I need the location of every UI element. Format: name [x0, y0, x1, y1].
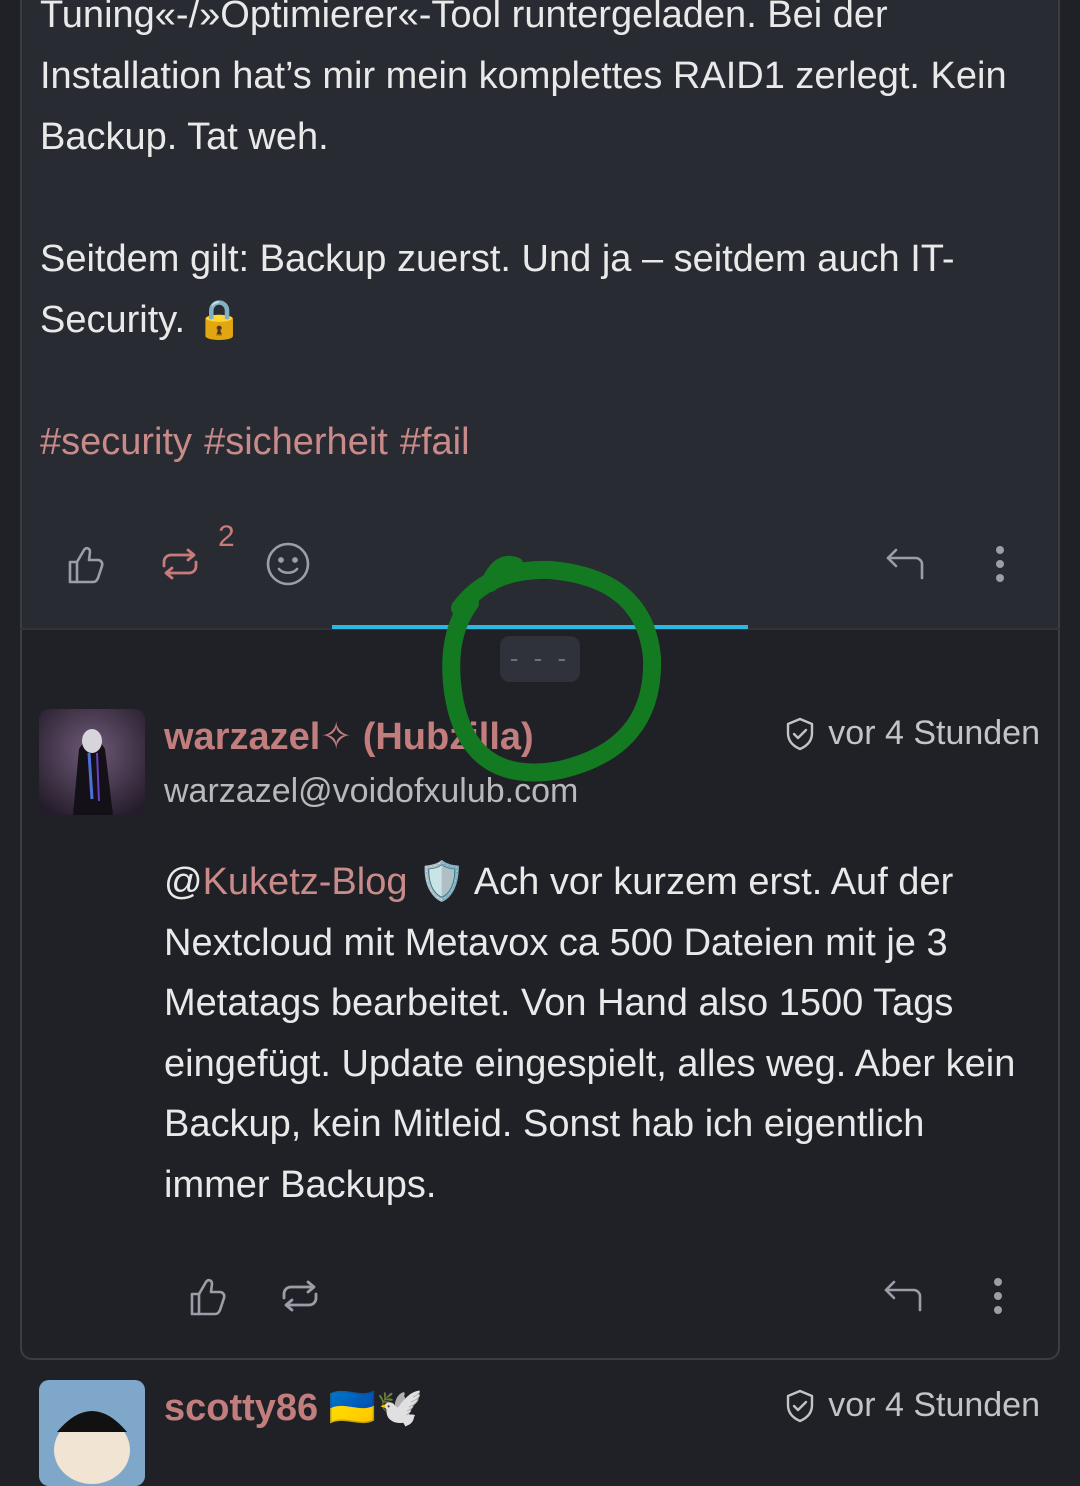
more-button[interactable] — [970, 1268, 1026, 1324]
reply-icon — [886, 548, 924, 580]
lock-emoji: 🔒 — [195, 299, 243, 341]
boost-button[interactable] — [272, 1268, 328, 1324]
hashtags: #security #sicherheit #fail — [40, 412, 1050, 473]
more-button[interactable] — [972, 536, 1028, 592]
post-timestamp[interactable]: vor 4 Stunden — [782, 1386, 1040, 1425]
avatar[interactable] — [39, 709, 145, 815]
post-actions: 2 — [22, 520, 1062, 592]
thumbs-up-icon — [68, 546, 104, 584]
post-body: Tuning«-/»Optimierer«-Tool runtergeladen… — [40, 0, 1050, 473]
shield-check-icon — [787, 1389, 814, 1422]
avatar[interactable] — [39, 1380, 145, 1486]
more-icon — [994, 1278, 1002, 1314]
mention-link[interactable]: @Kuketz-Blog — [164, 861, 407, 903]
hashtag-link[interactable]: #security — [40, 421, 192, 463]
more-icon — [996, 546, 1004, 582]
boost-count: 2 — [218, 520, 235, 553]
reply-button[interactable] — [876, 1268, 932, 1324]
thumbs-up-icon — [190, 1278, 226, 1316]
scroll-indicator — [332, 625, 748, 629]
author-handle[interactable]: warzazel@voidofxulub.com — [164, 772, 578, 811]
favourite-button[interactable] — [56, 536, 112, 592]
reply-actions — [20, 1268, 1060, 1324]
emoji-react-icon — [266, 542, 310, 586]
avatar-image — [39, 709, 145, 815]
reply-button[interactable] — [878, 536, 934, 592]
boost-icon — [282, 1280, 318, 1312]
collapse-thread-button[interactable]: - - - — [500, 636, 580, 682]
reply-icon — [884, 1280, 922, 1312]
reply-body: @Kuketz-Blog 🛡️ Ach vor kurzem erst. Auf… — [164, 852, 1034, 1215]
boost-icon — [162, 548, 198, 580]
boost-button[interactable] — [152, 536, 208, 592]
avatar-image — [39, 1380, 145, 1486]
post-paragraph-1: Tuning«-/»Optimierer«-Tool runtergeladen… — [40, 0, 1007, 158]
flag-emoji: 🇺🇦🕊️ — [328, 1387, 424, 1429]
author-name[interactable]: warzazel✧ (Hubzilla) — [164, 714, 534, 759]
author-name[interactable]: scotty86 🇺🇦🕊️ — [164, 1386, 423, 1430]
time-label: vor 4 Stunden — [828, 1386, 1040, 1424]
reply-text: Ach vor kurzem erst. Auf der Nextcloud m… — [164, 861, 1016, 1206]
post-paragraph-2: Seitdem gilt: Backup zuerst. Und ja – se… — [40, 238, 955, 341]
shield-check-icon — [787, 717, 814, 750]
post-card: Tuning«-/»Optimierer«-Tool runtergeladen… — [20, 0, 1060, 628]
hashtag-link[interactable]: #sicherheit — [204, 421, 388, 463]
react-button[interactable] — [260, 536, 316, 592]
post-timestamp[interactable]: vor 4 Stunden — [782, 714, 1040, 753]
favourite-button[interactable] — [178, 1268, 234, 1324]
hashtag-link[interactable]: #fail — [400, 421, 470, 463]
shield-emoji: 🛡️ — [418, 861, 466, 903]
time-label: vor 4 Stunden — [828, 714, 1040, 752]
